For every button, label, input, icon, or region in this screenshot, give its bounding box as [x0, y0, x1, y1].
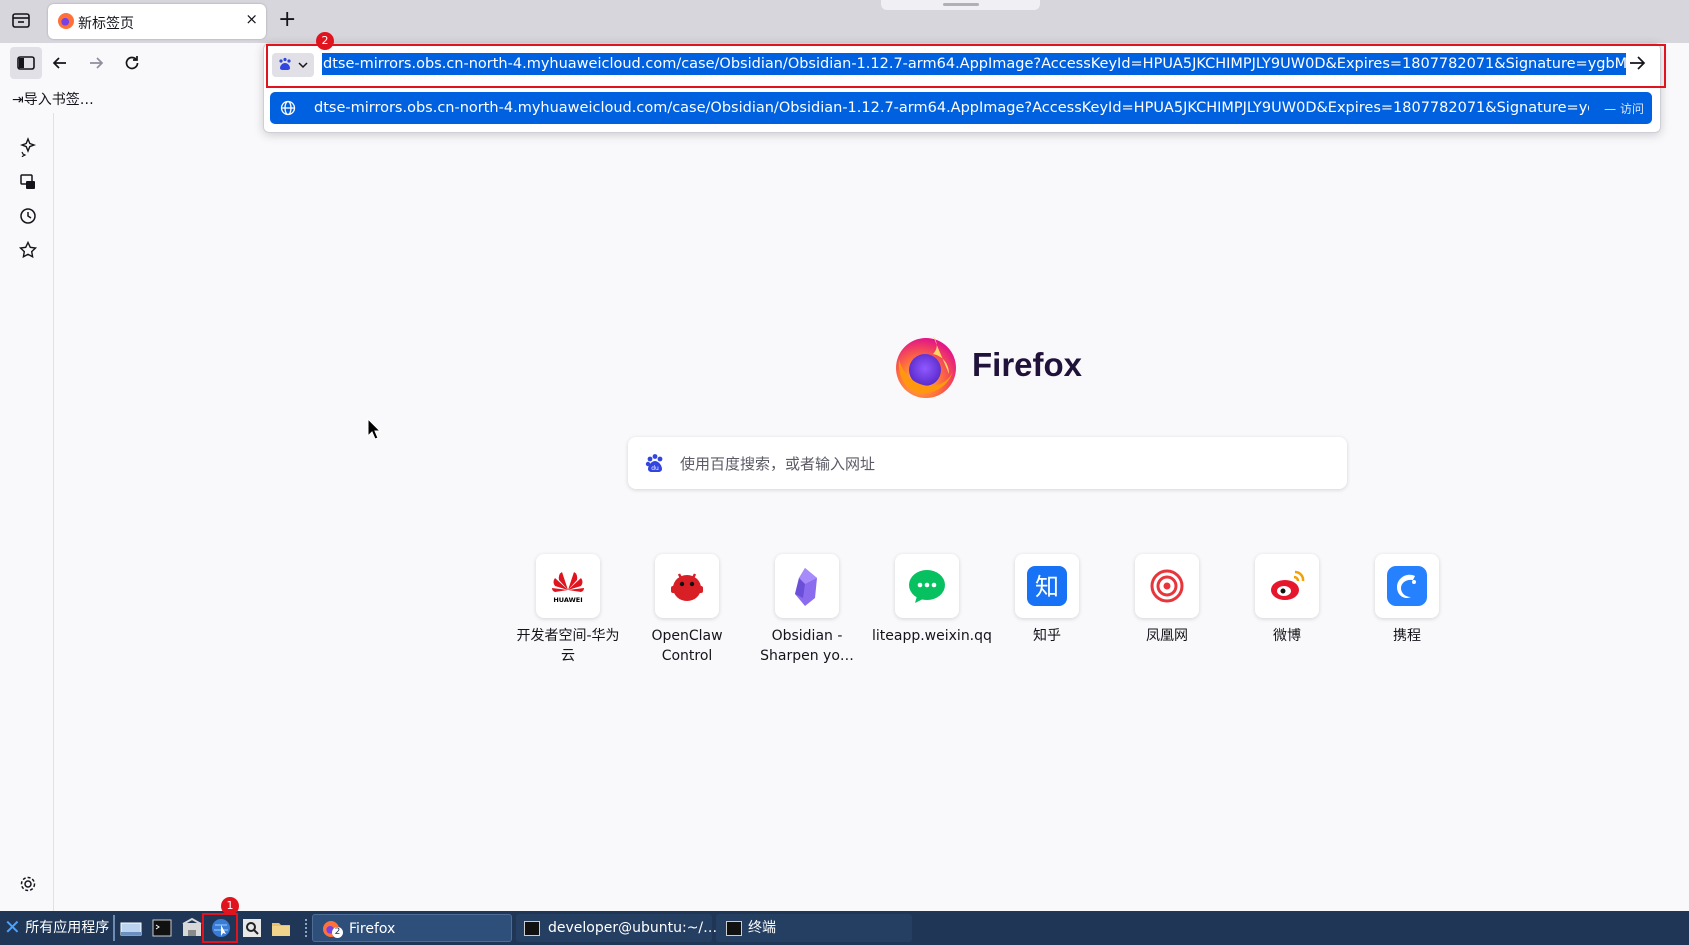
top-site-huawei[interactable]: HUAWEI 开发者空间-华为云: [513, 554, 623, 666]
import-bookmarks-button[interactable]: ⇥导入书签…: [12, 89, 94, 109]
new-tab-page: [54, 113, 1689, 911]
history-icon[interactable]: [18, 206, 38, 226]
obsidian-icon: [775, 554, 839, 618]
taskbar-window-developer-terminal[interactable]: developer@ubuntu:~/…: [516, 914, 717, 942]
ifeng-icon: [1135, 554, 1199, 618]
suggestion-action-label: — 访问: [1604, 102, 1644, 116]
taskbar-separator: [113, 915, 115, 941]
ctrip-icon: [1375, 554, 1439, 618]
huawei-logo-icon: HUAWEI: [536, 554, 600, 618]
reload-button[interactable]: [116, 47, 148, 79]
top-site-ctrip[interactable]: 携程: [1352, 554, 1462, 646]
top-site-ifeng[interactable]: 凤凰网: [1112, 554, 1222, 646]
start-menu-label: 所有应用程序: [25, 920, 110, 936]
openclaw-icon: [655, 554, 719, 618]
terminal-icon: [726, 921, 742, 936]
taskbar-window-terminal[interactable]: 终端: [716, 914, 912, 942]
svg-text:du: du: [651, 465, 659, 472]
top-site-openclaw[interactable]: OpenClaw Control: [632, 554, 742, 666]
zhihu-icon: 知: [1015, 554, 1079, 618]
top-site-label: liteapp.weixin.qq: [872, 628, 992, 644]
home-folder-launcher-icon[interactable]: [181, 917, 203, 939]
window-drag-handle[interactable]: [881, 0, 1040, 10]
firefox-logo-icon: [893, 333, 959, 399]
newtab-search-input[interactable]: du 使用百度搜索，或者输入网址: [628, 437, 1347, 489]
bookmarks-star-icon[interactable]: [18, 240, 38, 260]
synced-tabs-icon[interactable]: [18, 172, 38, 192]
wechat-icon: [895, 554, 959, 618]
reload-icon: [125, 56, 139, 70]
back-button[interactable]: [44, 47, 76, 79]
top-site-label: 携程: [1393, 628, 1421, 644]
tab-close-button[interactable]: ×: [245, 10, 258, 28]
globe-icon: [280, 100, 296, 120]
arrow-left-icon: [52, 57, 66, 69]
chevron-down-icon: [298, 62, 308, 69]
terminal-icon: [524, 921, 540, 936]
show-desktop-icon[interactable]: [120, 917, 142, 939]
xfce-logo-icon: ✕: [4, 915, 21, 939]
top-site-label: 知乎: [1033, 628, 1061, 644]
ai-chatbot-icon[interactable]: [18, 137, 38, 158]
top-site-label: 开发者空间-华为云: [516, 628, 620, 664]
tab-title: 新标签页: [78, 16, 134, 32]
svg-text:HUAWEI: HUAWEI: [553, 596, 582, 604]
taskbar: ✕ 所有应用程序 1 2 Firefox developer@ubuntu:~/…: [0, 897, 1689, 945]
top-site-label: Obsidian - Sharpen yo…: [760, 628, 854, 664]
arrow-right-icon: [1630, 56, 1646, 70]
new-tab-button[interactable]: +: [278, 7, 296, 33]
annotation-badge-urlbar: 2: [316, 32, 334, 50]
urlbar-input[interactable]: dtse-mirrors.obs.cn-north-4.myhuaweiclou…: [322, 53, 1626, 75]
baidu-paw-icon: [279, 57, 291, 70]
tab-new-tab[interactable]: 新标签页 ×: [48, 4, 266, 39]
firefox-wordmark: Firefox: [972, 346, 1083, 383]
sidebar-toggle-button[interactable]: [10, 47, 42, 79]
forward-button[interactable]: [80, 47, 112, 79]
window-count-badge: 2: [332, 927, 343, 938]
sidebar: [0, 113, 54, 911]
terminal-launcher-icon[interactable]: [151, 917, 173, 939]
taskbar-handle: [305, 919, 309, 937]
sidebar-icon: [17, 56, 35, 70]
search-engine-button[interactable]: [272, 53, 314, 77]
file-manager-launcher-icon[interactable]: [270, 917, 292, 939]
top-site-obsidian[interactable]: Obsidian - Sharpen yo…: [752, 554, 862, 666]
svg-text:知: 知: [1035, 573, 1059, 601]
search-placeholder: 使用百度搜索，或者输入网址: [680, 455, 876, 473]
urlbar-suggestion-row[interactable]: dtse-mirrors.obs.cn-north-4.myhuaweiclou…: [270, 92, 1652, 124]
top-site-label: 凤凰网: [1146, 628, 1188, 644]
taskbar-window-label: Firefox: [349, 921, 396, 937]
taskbar-window-label: 终端: [748, 920, 776, 936]
top-site-label: OpenClaw Control: [651, 628, 723, 664]
taskbar-window-label: developer@ubuntu:~/…: [548, 920, 718, 936]
top-site-weibo[interactable]: 微博: [1232, 554, 1342, 646]
weibo-icon: [1255, 554, 1319, 618]
import-bookmarks-label: 导入书签…: [23, 92, 94, 108]
launcher-annotation-box: [202, 913, 238, 943]
arrow-right-icon: [90, 57, 104, 69]
annotation-badge-launcher: 1: [221, 897, 239, 915]
top-site-weixin[interactable]: liteapp.weixin.qq: [872, 554, 992, 646]
mouse-cursor-icon: [367, 417, 382, 444]
top-site-label: 微博: [1273, 628, 1301, 644]
tab-list-icon[interactable]: [10, 9, 34, 33]
import-icon: ⇥: [12, 92, 24, 108]
start-menu-button[interactable]: ✕ 所有应用程序: [4, 916, 109, 938]
top-site-zhihu[interactable]: 知 知乎: [992, 554, 1102, 646]
firefox-favicon-icon: [58, 13, 74, 29]
taskbar-window-firefox[interactable]: 2 Firefox: [312, 914, 512, 942]
app-finder-launcher-icon[interactable]: [241, 917, 263, 939]
settings-gear-icon[interactable]: [18, 874, 38, 894]
suggestion-url: dtse-mirrors.obs.cn-north-4.myhuaweiclou…: [314, 100, 1589, 116]
baidu-paw-icon: du: [644, 452, 666, 474]
go-arrow-button[interactable]: [1626, 52, 1650, 76]
